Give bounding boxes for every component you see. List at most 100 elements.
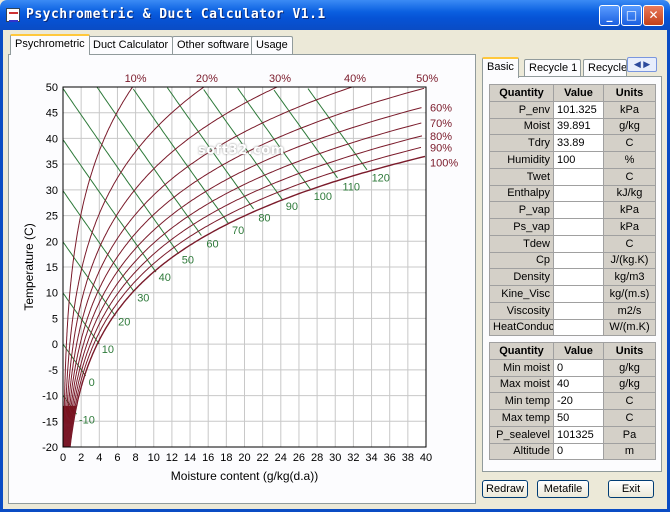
value-cell[interactable] bbox=[553, 251, 604, 270]
rh-label: 90% bbox=[430, 142, 452, 154]
table-row: Min moist 0 g/kg bbox=[489, 358, 656, 377]
window-title: Psychrometric & Duct Calculator V1.1 bbox=[26, 7, 326, 22]
x-tick-label: 28 bbox=[311, 452, 323, 464]
rh-label: 40% bbox=[344, 73, 366, 85]
tab-other-software[interactable]: Other software bbox=[172, 36, 255, 54]
enthalpy-label: 10 bbox=[102, 344, 114, 356]
enthalpy-label: 80 bbox=[258, 212, 270, 224]
value-cell[interactable]: 0 bbox=[553, 442, 604, 461]
range-table: Quantity Value Units Min moist 0 g/kg Max mois… bbox=[489, 342, 656, 461]
x-tick-label: 16 bbox=[202, 452, 214, 464]
unit-label: C bbox=[603, 167, 656, 186]
enthalpy-label: 60 bbox=[206, 239, 218, 251]
psychrometric-chart[interactable]: 0 2 4 6 8 10 12 14 16 18 20 22 24 26 28 30 32 34 36 38 40-20… bbox=[9, 55, 475, 503]
value-cell[interactable] bbox=[553, 318, 604, 337]
enthalpy-label: 50 bbox=[182, 254, 194, 266]
value-cell[interactable]: 0 bbox=[553, 358, 604, 377]
rh-label: 20% bbox=[196, 73, 218, 85]
exit-button[interactable]: Exit bbox=[608, 480, 654, 498]
unit-label: m2/s bbox=[603, 301, 656, 320]
y-tick-label: 40 bbox=[46, 133, 58, 145]
x-tick-label: 26 bbox=[293, 452, 305, 464]
quantity-label: Viscosity bbox=[489, 301, 554, 320]
x-tick-label: 36 bbox=[384, 452, 396, 464]
quantity-label: Kine_Visc bbox=[489, 285, 554, 303]
table-row: Cp J/(kg.K) bbox=[489, 251, 656, 270]
maximize-button[interactable]: □ bbox=[621, 5, 642, 26]
unit-label: C bbox=[603, 392, 656, 410]
unit-label: J/(kg.K) bbox=[603, 251, 656, 270]
quantity-label: Enthalpy bbox=[489, 184, 554, 203]
unit-label: g/kg bbox=[603, 375, 656, 394]
value-cell[interactable] bbox=[553, 234, 604, 253]
table-row: HeatConduct W/(m.K) bbox=[489, 318, 656, 337]
quantity-label: P_sealevel bbox=[489, 425, 554, 444]
tab-basic[interactable]: Basic bbox=[482, 57, 519, 78]
redraw-button[interactable]: Redraw bbox=[482, 480, 528, 498]
value-cell[interactable]: 101325 bbox=[553, 425, 604, 444]
quantity-label: Humidity bbox=[489, 151, 554, 169]
minimize-button[interactable]: _ bbox=[599, 5, 620, 26]
enthalpy-label: 0 bbox=[89, 377, 95, 389]
value-cell[interactable]: 39.891 bbox=[553, 117, 604, 136]
y-tick-label: -5 bbox=[48, 365, 58, 377]
x-tick-label: 2 bbox=[78, 452, 84, 464]
unit-label: W/(m.K) bbox=[603, 318, 656, 337]
value-cell[interactable]: 40 bbox=[553, 375, 604, 394]
table-row: Viscosity m2/s bbox=[489, 301, 656, 320]
y-tick-label: -10 bbox=[42, 391, 58, 403]
tab-usage[interactable]: Usage bbox=[251, 36, 293, 54]
value-cell[interactable] bbox=[553, 268, 604, 286]
quantity-label: Twet bbox=[489, 167, 554, 186]
table-row: P_env 101.325 kPa bbox=[489, 100, 656, 119]
x-tick-label: 38 bbox=[402, 452, 414, 464]
value-cell[interactable] bbox=[553, 167, 604, 186]
app-icon[interactable] bbox=[6, 8, 20, 22]
value-cell[interactable] bbox=[553, 184, 604, 203]
value-cell[interactable] bbox=[553, 218, 604, 236]
y-axis-label: Temperature (C) bbox=[22, 223, 36, 310]
unit-label: m bbox=[603, 442, 656, 461]
x-tick-label: 24 bbox=[275, 452, 287, 464]
enthalpy-label: 20 bbox=[118, 316, 130, 328]
x-axis-label: Moisture content (g/kg(d.a)) bbox=[171, 469, 318, 483]
tab-psychrometric[interactable]: Psychrometric bbox=[10, 34, 90, 55]
value-cell[interactable] bbox=[553, 301, 604, 320]
metafile-button[interactable]: Metafile bbox=[537, 480, 589, 498]
tab-scroll-arrows[interactable]: ◀ ▶ bbox=[627, 57, 657, 72]
y-tick-label: -20 bbox=[42, 442, 58, 454]
value-cell[interactable]: 33.89 bbox=[553, 134, 604, 152]
table-row: P_sealevel 101325 Pa bbox=[489, 425, 656, 444]
y-tick-label: 15 bbox=[46, 262, 58, 274]
x-tick-label: 20 bbox=[238, 452, 250, 464]
rh-label: 50% bbox=[416, 73, 438, 85]
value-cell[interactable] bbox=[553, 201, 604, 219]
table-row: Ps_vap kPa bbox=[489, 218, 656, 236]
unit-label: C bbox=[603, 134, 656, 152]
unit-label: kg/m3 bbox=[603, 268, 656, 286]
close-button[interactable]: ✕ bbox=[643, 5, 664, 26]
value-cell[interactable]: -20 bbox=[553, 392, 604, 410]
basic-header-0: Quantity bbox=[489, 84, 554, 102]
x-tick-label: 4 bbox=[96, 452, 102, 464]
tab-recycle-2[interactable]: Recycle bbox=[583, 59, 627, 77]
range-header-0: Quantity bbox=[489, 342, 554, 360]
value-cell[interactable]: 50 bbox=[553, 409, 604, 427]
value-cell[interactable]: 101.325 bbox=[553, 100, 604, 119]
table-row: Max moist 40 g/kg bbox=[489, 375, 656, 394]
rh-label: 100% bbox=[430, 157, 458, 169]
value-cell[interactable] bbox=[553, 285, 604, 303]
tab-duct-calculator[interactable]: Duct Calculator bbox=[88, 36, 174, 54]
unit-label: kJ/kg bbox=[603, 184, 656, 203]
value-cell[interactable]: 100 bbox=[553, 151, 604, 169]
unit-label: kg/(m.s) bbox=[603, 285, 656, 303]
table-row: Density kg/m3 bbox=[489, 268, 656, 286]
rh-label: 60% bbox=[430, 103, 452, 115]
x-tick-label: 10 bbox=[148, 452, 160, 464]
quantity-label: Cp bbox=[489, 251, 554, 270]
enthalpy-label: 120 bbox=[372, 173, 390, 185]
table-row: P_vap kPa bbox=[489, 201, 656, 219]
tab-recycle-1[interactable]: Recycle 1 bbox=[524, 59, 581, 77]
quantity-label: Min temp bbox=[489, 392, 554, 410]
title-bar[interactable]: Psychrometric & Duct Calculator V1.1 _ □… bbox=[0, 0, 670, 30]
